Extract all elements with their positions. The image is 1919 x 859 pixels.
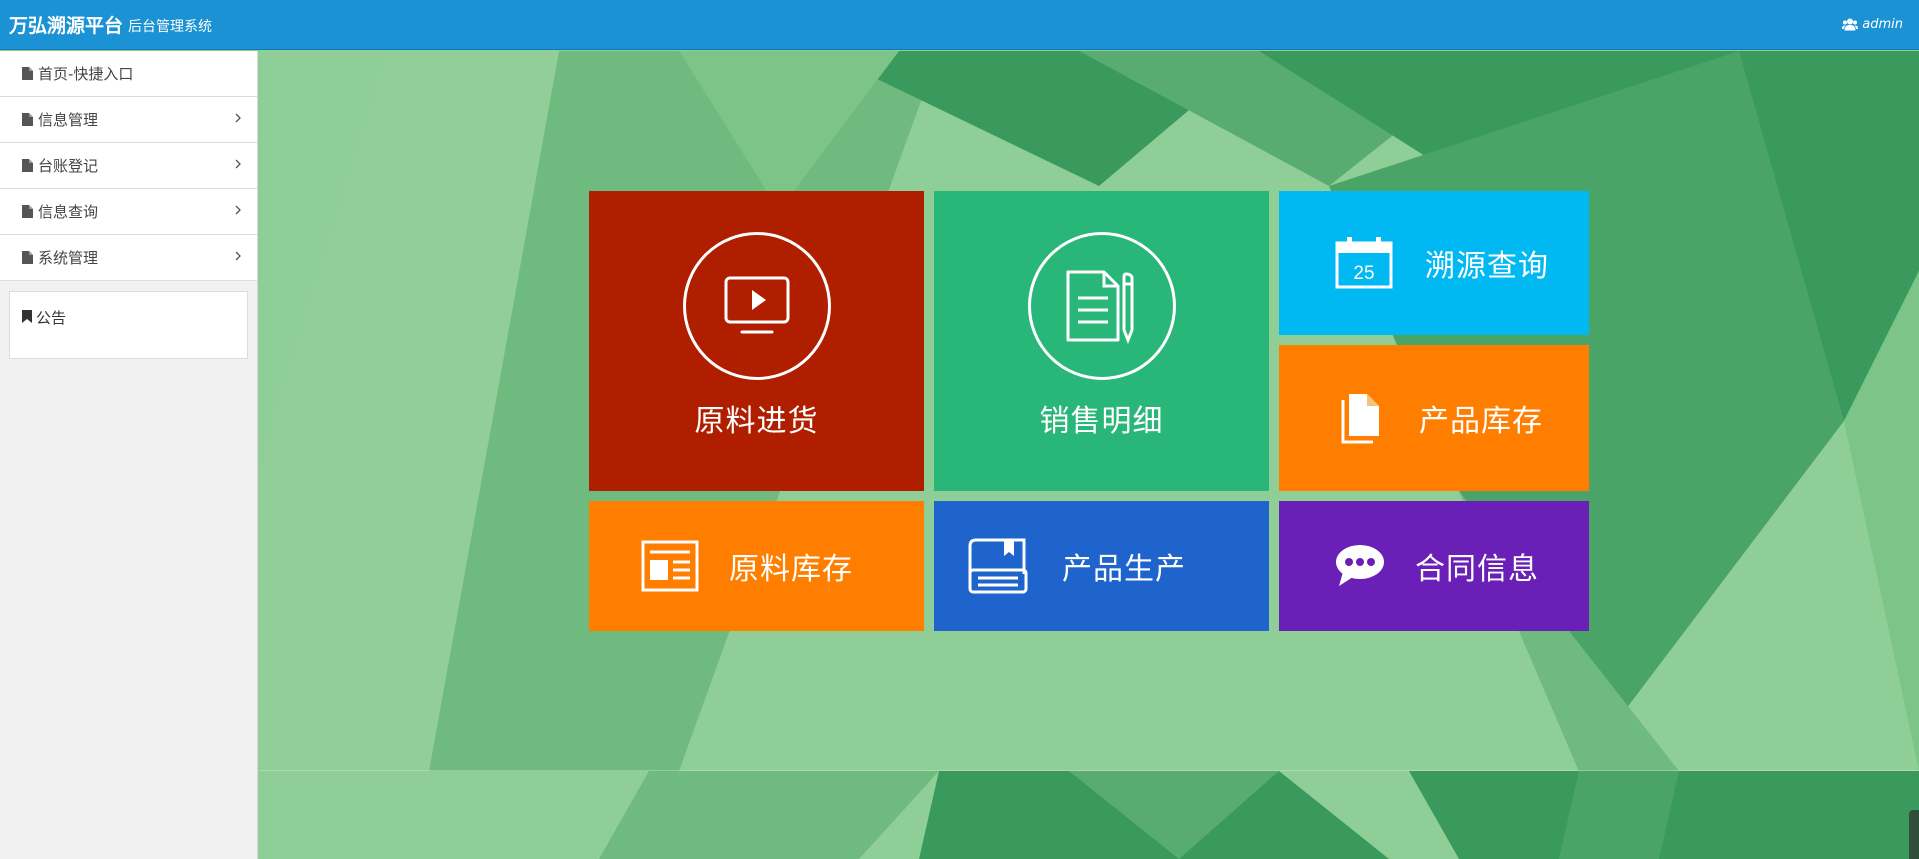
tile-trace-query[interactable]: 25 溯源查询 [1279,191,1589,335]
users-icon [1842,18,1859,31]
brand-subtitle: 后台管理系统 [128,19,213,35]
chevron-right-icon [235,113,241,123]
chevron-right-icon [235,159,241,169]
user-menu[interactable]: admin [1842,17,1903,32]
notice-title: 公告 [36,309,67,327]
tile-product-inventory[interactable]: 产品库存 [1279,345,1589,491]
calendar-icon: 25 [1335,237,1393,289]
bookmark-icon [22,310,32,323]
file-icon [22,159,33,172]
tile-sales-detail[interactable]: 销售明细 [934,191,1269,491]
sidebar-item-home[interactable]: 首页-快捷入口 [0,51,257,97]
calendar-day: 25 [1353,263,1374,284]
top-header: 万弘溯源平台 后台管理系统 admin [0,0,1919,50]
username: admin [1862,17,1903,32]
brand-title[interactable]: 万弘溯源平台 [9,11,123,38]
tile-label: 合同信息 [1415,552,1539,587]
tile-icon-circle [1027,232,1176,380]
file-icon [22,67,33,80]
tile-raw-material-inventory[interactable]: 原料库存 [589,501,924,631]
sidebar-item-info-management[interactable]: 信息管理 [0,97,257,143]
file-icon [22,251,33,264]
chat-bubble-icon [1335,544,1385,588]
sidebar-item-label: 信息查询 [38,203,99,221]
sidebar-item-info-query[interactable]: 信息查询 [0,189,257,235]
sidebar-item-label: 首页-快捷入口 [38,65,134,83]
sidebar-item-label: 系统管理 [38,249,99,267]
chevron-right-icon [235,251,241,261]
monitor-play-icon [724,276,789,334]
sidebar-item-label: 信息管理 [38,111,99,129]
files-icon [1339,392,1381,444]
tile-icon-circle [682,232,831,380]
tile-label: 销售明细 [1039,404,1164,439]
document-pencil-icon [1066,270,1133,344]
tile-label: 产品生产 [1062,552,1186,587]
tile-label: 原料进货 [694,404,819,439]
file-icon [22,113,33,126]
tile-contract-info[interactable]: 合同信息 [1279,501,1589,631]
notice-panel: 公告 [9,291,248,359]
tile-product-production[interactable]: 产品生产 [934,501,1269,631]
sidebar-item-ledger[interactable]: 台账登记 [0,143,257,189]
tile-label: 产品库存 [1419,404,1543,439]
main-content: 原料进货 销售明细 25 溯源查询 产品库存 原料库存 产品生产 合同信息 [259,51,1919,859]
chevron-right-icon [235,205,241,215]
sidebar: 首页-快捷入口 信息管理 台账登记 信息查询 系统管理 公告 [0,51,258,859]
tile-label: 原料库存 [729,552,853,587]
tile-raw-material-purchase[interactable]: 原料进货 [589,191,924,491]
inbox-icon [968,538,1028,594]
sidebar-item-label: 台账登记 [38,157,99,175]
sidebar-item-system-management[interactable]: 系统管理 [0,235,257,281]
tile-label: 溯源查询 [1425,249,1549,284]
newspaper-icon [641,540,699,592]
file-icon [22,205,33,218]
section-divider [259,770,1919,771]
side-scroll-handle[interactable] [1909,810,1919,859]
